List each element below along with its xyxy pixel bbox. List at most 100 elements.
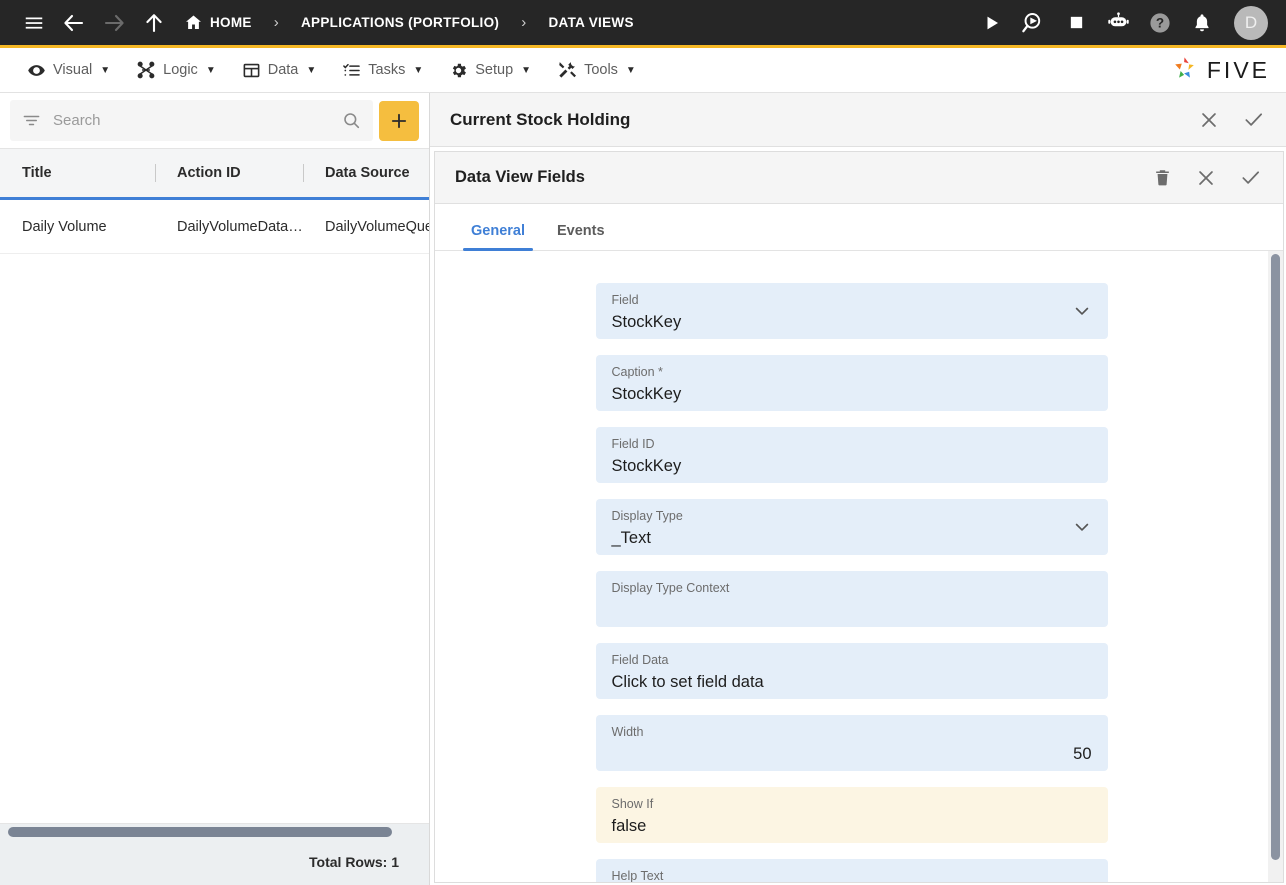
cell-action-id: DailyVolumeData… <box>177 218 303 235</box>
column-header-data-source[interactable]: Data Source <box>303 149 429 197</box>
table-row[interactable]: Daily Volume DailyVolumeData… DailyVolum… <box>0 200 429 254</box>
stop-icon[interactable] <box>1056 3 1096 43</box>
breadcrumb-separator: › <box>273 14 279 31</box>
column-header-action-id[interactable]: Action ID <box>155 149 303 197</box>
main-body: Title Action ID Data Source Daily Volume… <box>0 93 1286 885</box>
field-label: Field <box>611 293 639 307</box>
confirm-check-icon[interactable] <box>1234 101 1272 139</box>
field-tabs: General Events <box>435 204 1283 251</box>
menu-item-label: Setup <box>475 62 514 78</box>
breadcrumb: HOME › APPLICATIONS (PORTFOLIO) › DATA V… <box>184 13 634 32</box>
forward-arrow-icon[interactable] <box>94 3 134 43</box>
menu-item-logic[interactable]: Logic ▼ <box>123 48 229 93</box>
data-views-list-panel: Title Action ID Data Source Daily Volume… <box>0 93 430 885</box>
record-editor-panel: Current Stock Holding Data View Fields G… <box>430 93 1286 885</box>
page-title: Current Stock Holding <box>450 109 631 129</box>
field-row-field[interactable]: Field StockKey <box>595 283 1108 339</box>
field-row-caption[interactable]: Caption * StockKey <box>595 355 1108 411</box>
help-icon[interactable]: ? <box>1140 3 1180 43</box>
field-label: Field ID <box>611 437 655 451</box>
tab-events[interactable]: Events <box>541 223 621 250</box>
field-row-field-data[interactable]: Field Data Click to set field data <box>595 643 1108 699</box>
search-input[interactable] <box>53 112 330 129</box>
home-icon <box>184 13 203 32</box>
menu-item-visual[interactable]: Visual ▼ <box>14 48 123 93</box>
field-label: Field Data <box>611 653 669 667</box>
field-value: false <box>611 817 647 835</box>
back-arrow-icon[interactable] <box>54 3 94 43</box>
chevron-down-icon[interactable] <box>1072 517 1092 537</box>
field-label: Display Type Context <box>611 581 730 595</box>
menu-item-tools[interactable]: Tools ▼ <box>544 48 649 93</box>
menu-item-setup[interactable]: Setup ▼ <box>436 48 544 93</box>
field-row-show-if[interactable]: Show If false <box>595 787 1108 843</box>
robot-icon[interactable] <box>1098 3 1138 43</box>
filter-icon[interactable] <box>22 111 41 130</box>
field-row-help-text[interactable]: Help Text Click to add <box>595 859 1108 882</box>
tab-general[interactable]: General <box>455 223 541 251</box>
play-icon[interactable] <box>972 3 1012 43</box>
avatar[interactable]: D <box>1234 5 1268 40</box>
close-icon[interactable] <box>1190 101 1228 139</box>
menu-item-data[interactable]: Data ▼ <box>229 48 330 93</box>
field-label: Display Type <box>611 509 683 523</box>
form-scroll-container: Field StockKey Caption * StockKey Field … <box>435 251 1283 882</box>
debug-icon[interactable] <box>1014 3 1054 43</box>
checklist-icon <box>342 61 361 80</box>
menu-item-tasks[interactable]: Tasks ▼ <box>329 48 436 93</box>
breadcrumb-item-applications[interactable]: APPLICATIONS (PORTFOLIO) <box>301 15 499 30</box>
section-title: Data View Fields <box>455 168 585 186</box>
up-arrow-icon[interactable] <box>134 3 174 43</box>
chevron-down-icon: ▼ <box>306 64 317 76</box>
delete-icon[interactable] <box>1143 159 1181 197</box>
field-row-field-id[interactable]: Field ID StockKey <box>595 427 1108 483</box>
application-menu-bar: Visual ▼ Logic ▼ Data ▼ Tasks ▼ Setup ▼ … <box>0 48 1286 93</box>
cell-title: Daily Volume <box>22 218 107 235</box>
chevron-down-icon: ▼ <box>205 64 216 76</box>
record-header: Current Stock Holding <box>430 93 1286 147</box>
cell-data-source: DailyVolumeQue <box>325 218 429 235</box>
breadcrumb-item-home[interactable]: HOME <box>210 15 252 30</box>
confirm-check-icon[interactable] <box>1231 159 1269 197</box>
add-data-view-button[interactable] <box>379 100 419 141</box>
breadcrumb-separator: › <box>521 14 527 31</box>
app-root: HOME › APPLICATIONS (PORTFOLIO) › DATA V… <box>0 0 1286 885</box>
horizontal-scrollbar[interactable] <box>0 823 429 839</box>
chevron-down-icon[interactable] <box>1072 301 1092 321</box>
menu-item-label: Logic <box>163 62 198 78</box>
field-label: Caption * <box>611 365 663 379</box>
logic-flow-icon <box>136 60 156 80</box>
data-view-fields-panel: Data View Fields General Events Field St… <box>434 151 1284 883</box>
vertical-scrollbar[interactable] <box>1268 251 1283 882</box>
table-body: Daily Volume DailyVolumeData… DailyVolum… <box>0 200 429 823</box>
field-row-display-type[interactable]: Display Type _Text <box>595 499 1108 555</box>
field-value: StockKey <box>611 457 682 475</box>
field-value: _Text <box>611 529 651 547</box>
field-value: Click to set field data <box>611 673 764 691</box>
field-row-display-type-context[interactable]: Display Type Context <box>595 571 1108 627</box>
bell-icon[interactable] <box>1182 3 1222 43</box>
column-divider <box>303 164 304 182</box>
field-row-width[interactable]: Width 50 <box>595 715 1108 771</box>
vertical-scrollbar-thumb[interactable] <box>1271 254 1280 861</box>
field-label: Show If <box>611 797 654 811</box>
chevron-down-icon: ▼ <box>100 64 111 76</box>
menu-item-label: Tasks <box>368 62 406 78</box>
menu-icon[interactable] <box>14 3 54 43</box>
close-icon[interactable] <box>1187 159 1225 197</box>
chevron-down-icon: ▼ <box>625 64 636 76</box>
field-label: Help Text <box>611 869 664 882</box>
plus-icon <box>389 111 409 131</box>
search-icon[interactable] <box>342 111 361 130</box>
gear-icon <box>449 61 468 80</box>
table-header-row: Title Action ID Data Source <box>0 148 429 200</box>
column-header-title[interactable]: Title <box>0 149 155 197</box>
column-header-label: Action ID <box>177 165 241 181</box>
column-divider <box>155 164 156 182</box>
field-value: StockKey <box>611 313 682 331</box>
search-box[interactable] <box>10 100 373 141</box>
eye-icon <box>27 61 46 80</box>
horizontal-scrollbar-thumb[interactable] <box>8 826 393 837</box>
breadcrumb-item-data-views[interactable]: DATA VIEWS <box>549 15 634 30</box>
chevron-down-icon: ▼ <box>413 64 424 76</box>
